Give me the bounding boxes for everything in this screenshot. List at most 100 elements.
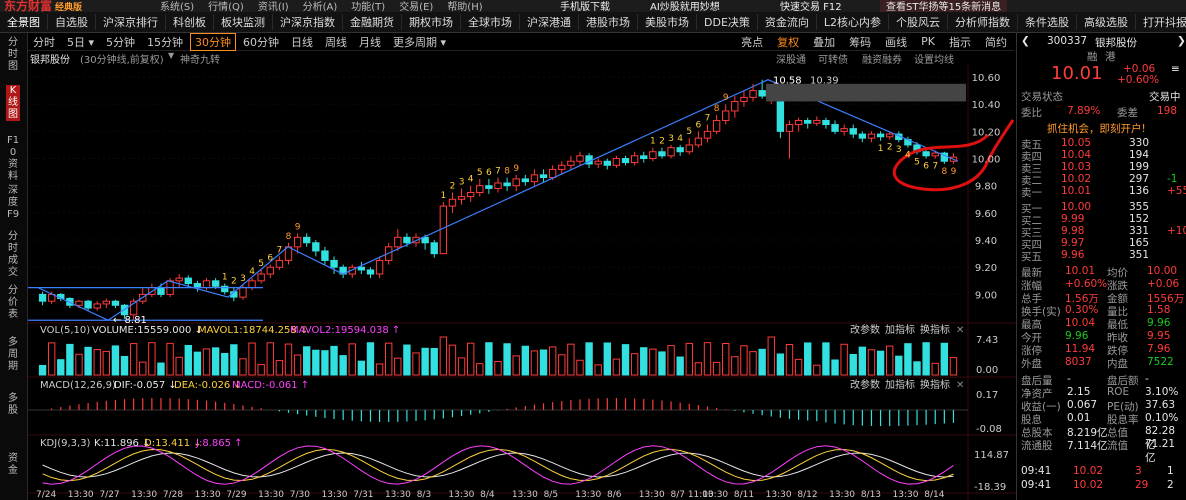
chart-tool-2[interactable]: 叠加	[806, 34, 842, 50]
chart-tool-3[interactable]: 筹码	[842, 34, 878, 50]
candle[interactable]	[685, 138, 693, 155]
candle[interactable]	[102, 298, 111, 308]
nav-item-14[interactable]: L2核心内参	[817, 14, 890, 30]
candle[interactable]	[321, 246, 329, 265]
chevron-icon[interactable]: ▼	[168, 51, 174, 60]
candle[interactable]	[822, 117, 830, 129]
period-1[interactable]: 5日 ▾	[62, 33, 99, 51]
nav-item-13[interactable]: 资金流向	[758, 14, 817, 30]
candle[interactable]	[794, 117, 803, 132]
candle[interactable]	[357, 261, 366, 275]
candle[interactable]	[303, 233, 311, 247]
candle[interactable]	[867, 131, 876, 143]
nav-item-6[interactable]: 金融期货	[343, 14, 402, 30]
nav-item-3[interactable]: 科创板	[166, 14, 214, 30]
candle[interactable]	[84, 299, 92, 311]
left-tab-8[interactable]: 资金	[6, 453, 20, 477]
candle[interactable]	[813, 116, 821, 126]
nav-item-11[interactable]: 美股市场	[638, 14, 697, 30]
candle[interactable]	[476, 178, 484, 197]
left-tab-6[interactable]: 多周期	[6, 337, 20, 373]
candle[interactable]	[940, 151, 949, 164]
period-2[interactable]: 5分钟	[101, 33, 140, 51]
candle[interactable]	[594, 158, 602, 169]
chart-tool-5[interactable]: PK	[914, 35, 942, 48]
candle[interactable]	[521, 174, 530, 186]
macd_panel-btn-1[interactable]: 加指标	[885, 378, 915, 391]
left-tab-0[interactable]: 分时图	[6, 37, 20, 73]
nav-item-8[interactable]: 全球市场	[461, 14, 520, 30]
period-4[interactable]: 30分钟	[190, 32, 237, 51]
macd_panel-btn-2[interactable]: 换指标	[920, 378, 950, 391]
period-0[interactable]: 分时	[28, 33, 60, 51]
candle[interactable]	[111, 299, 120, 308]
prev-stock-icon[interactable]: ❮	[1021, 35, 1030, 47]
candle[interactable]	[731, 96, 739, 118]
candle[interactable]	[640, 151, 648, 163]
left-tab-1[interactable]: K线图	[6, 85, 20, 121]
nav-item-19[interactable]: 打开抖报	[1136, 14, 1186, 30]
candle[interactable]	[703, 124, 712, 143]
candle[interactable]	[603, 158, 611, 170]
menu-item-4[interactable]: 功能(T)	[351, 2, 385, 12]
nav-item-1[interactable]: 自选股	[48, 14, 96, 30]
candle[interactable]	[284, 242, 293, 265]
candle[interactable]	[658, 147, 666, 159]
candle[interactable]	[840, 124, 848, 136]
candle[interactable]	[248, 278, 256, 291]
open-account-ad[interactable]: 抓住机会，即刻开户!	[1047, 121, 1146, 136]
candle[interactable]	[567, 155, 575, 170]
candle[interactable]	[676, 144, 684, 156]
candle[interactable]	[785, 120, 794, 159]
indicator-label[interactable]: 神奇九转	[180, 51, 220, 66]
period-5[interactable]: 60分钟	[238, 33, 284, 51]
candle[interactable]	[366, 267, 375, 279]
candle[interactable]	[667, 144, 675, 159]
nav-item-2[interactable]: 沪深京排行	[96, 14, 166, 30]
candle[interactable]	[849, 124, 857, 139]
candle[interactable]	[512, 174, 520, 192]
tab-shengutong[interactable]: 深股通	[776, 51, 806, 66]
left-tab-4[interactable]: 分时成交	[6, 231, 20, 279]
nav-item-0[interactable]: 全景图	[0, 14, 48, 30]
nav-item-18[interactable]: 高级选股	[1077, 14, 1137, 30]
candle[interactable]	[202, 278, 211, 291]
macd_panel-btn-0[interactable]: 改参数	[850, 378, 880, 391]
chart-tool-1[interactable]: 复权	[770, 34, 806, 50]
nav-item-12[interactable]: DDE决策	[697, 14, 758, 30]
menu-icon[interactable]: ≡	[1171, 63, 1180, 75]
phone-download-link[interactable]: 手机版下载	[560, 0, 610, 12]
left-tab-2[interactable]: F10资料	[6, 135, 20, 183]
candle[interactable]	[375, 256, 384, 279]
candle[interactable]	[740, 90, 748, 107]
close-icon[interactable]: ✕	[956, 325, 964, 336]
vol_panel-btn-2[interactable]: 换指标	[920, 323, 950, 336]
news-ticker[interactable]: 查看ST华扬等15条新消息	[880, 0, 1008, 12]
vol_panel-btn-0[interactable]: 改参数	[850, 323, 880, 336]
candle[interactable]	[712, 115, 721, 135]
ai-tip-link[interactable]: AI炒股就用妙想	[650, 0, 720, 12]
candle[interactable]	[339, 264, 347, 279]
candle[interactable]	[457, 188, 466, 205]
nav-item-9[interactable]: 沪深港通	[520, 14, 579, 30]
candle[interactable]	[485, 178, 493, 194]
menu-item-6[interactable]: 帮助(H)	[447, 2, 482, 12]
period-7[interactable]: 周线	[320, 33, 352, 51]
candle[interactable]	[576, 151, 584, 166]
candle[interactable]	[430, 240, 438, 258]
chart-tool-7[interactable]: 简约	[978, 34, 1014, 50]
candle[interactable]	[804, 117, 812, 129]
candle[interactable]	[257, 269, 265, 284]
menu-item-5[interactable]: 交易(E)	[399, 2, 433, 12]
candle[interactable]	[466, 185, 475, 203]
candle[interactable]	[612, 155, 621, 169]
candle[interactable]	[621, 155, 630, 166]
candle[interactable]	[530, 169, 539, 186]
menu-item-0[interactable]: 系统(S)	[160, 2, 194, 12]
chart-tool-4[interactable]: 画线	[878, 34, 914, 50]
candle[interactable]	[694, 131, 703, 148]
tab-convertible-bond[interactable]: 可转债	[818, 51, 848, 66]
tab-margin-trading[interactable]: 融资融券	[862, 51, 902, 66]
left-tab-7[interactable]: 多股	[6, 393, 20, 417]
candle[interactable]	[448, 192, 457, 213]
